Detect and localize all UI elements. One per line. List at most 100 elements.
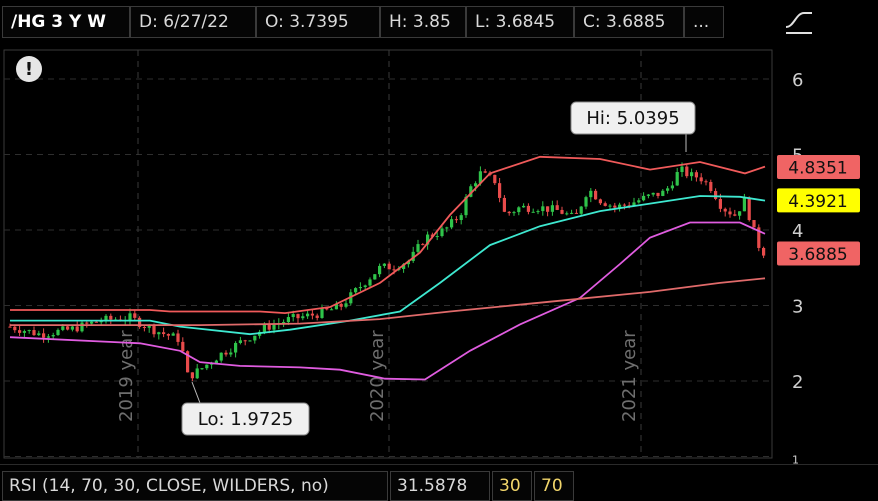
candle-body (272, 324, 276, 330)
candle-body (416, 244, 420, 252)
candle-body (200, 368, 204, 370)
y-tick-label: 1 (792, 454, 799, 465)
candle-body (378, 265, 382, 275)
candle-body (704, 181, 708, 183)
candle-body (22, 331, 26, 333)
rsi-overbought: 70 (534, 471, 574, 501)
candle-body (493, 174, 497, 184)
candle-body (368, 279, 372, 286)
candle-body (94, 321, 98, 323)
candle-body (421, 244, 425, 246)
rsi-value: 31.5878 (390, 471, 490, 501)
candle-body (18, 330, 22, 333)
candle-body (166, 334, 170, 336)
candle-body (550, 205, 554, 212)
y-tick-label: 4 (792, 221, 803, 242)
candle-body (181, 341, 185, 352)
rsi-study-label[interactable]: RSI (14, 70, 30, CLOSE, WILDERS, no) (2, 471, 388, 501)
candle-body (296, 314, 300, 319)
candle-body (502, 197, 506, 212)
candle-body (339, 303, 343, 307)
candle-body (603, 203, 607, 206)
candle-body (690, 172, 694, 177)
candle-body (459, 215, 463, 221)
candle-body (738, 211, 742, 216)
candle-body (27, 330, 31, 332)
candle-body (330, 309, 334, 311)
study-footer: RSI (14, 70, 30, CLOSE, WILDERS, no) 31.… (0, 464, 878, 501)
rsi-oversold: 30 (492, 471, 532, 501)
candle-body (128, 313, 132, 321)
candle-body (32, 330, 36, 336)
candle-body (291, 314, 295, 318)
candle-body (238, 340, 242, 343)
candle-body (685, 166, 689, 177)
candle-body (157, 332, 161, 335)
candle-body (80, 322, 84, 332)
candle-body (522, 205, 526, 208)
price-chart[interactable]: 6543212019 year2020 year2021 year4.83514… (0, 44, 878, 464)
candle-body (637, 200, 641, 203)
candle-body (373, 274, 377, 280)
symbol-label[interactable]: /HG 3 Y W (2, 6, 130, 38)
candle-body (440, 228, 444, 237)
candle-body (694, 172, 698, 178)
candle-body (498, 183, 502, 198)
candle-body (176, 333, 180, 342)
candle-body (598, 199, 602, 204)
candle-body (675, 172, 679, 186)
candle-body (51, 335, 55, 337)
candle-body (301, 316, 305, 319)
candle-body (512, 212, 516, 214)
candle-body (42, 333, 46, 338)
candle-body (570, 212, 574, 214)
candle-body (646, 194, 650, 196)
candle-body (622, 204, 626, 206)
candle-body (248, 340, 252, 342)
candle-body (315, 315, 319, 318)
candle-body (670, 185, 674, 189)
year-label: 2021 year (619, 330, 640, 422)
candle-body (320, 308, 324, 318)
open-label: O: 3.7395 (256, 6, 380, 38)
candle-body (723, 208, 727, 212)
candle-body (709, 181, 713, 192)
candle-body (733, 214, 737, 216)
candle-body (536, 211, 540, 213)
candle-body (454, 219, 458, 221)
candle-body (699, 177, 703, 182)
candle-body (546, 206, 550, 212)
candle-body (560, 209, 564, 214)
candle-body (541, 206, 545, 212)
candle-body (642, 195, 646, 201)
candle-body (752, 220, 756, 228)
candle-body (392, 269, 396, 271)
price-tag-text: 4.8351 (788, 158, 847, 178)
candle-body (613, 205, 617, 208)
candle-body (742, 197, 746, 212)
alert-icon[interactable]: ! (16, 56, 42, 82)
candle-body (718, 198, 722, 209)
candle-body (589, 190, 593, 198)
candle-body (66, 326, 70, 330)
date-label: D: 6/27/22 (130, 6, 256, 38)
candle-body (651, 192, 655, 195)
candle-body (666, 188, 670, 191)
candle-body (387, 263, 391, 270)
quote-header: /HG 3 Y W D: 6/27/22 O: 3.7395 H: 3.85 L… (0, 0, 878, 44)
candle-body (608, 205, 612, 207)
close-label: C: 3.6885 (574, 6, 684, 38)
price-tag-text: 3.6885 (788, 245, 847, 265)
candle-body (565, 213, 569, 215)
candle-body (190, 372, 194, 379)
study-curve-icon[interactable] (782, 5, 816, 39)
candle-body (344, 303, 348, 307)
candle-body (714, 191, 718, 199)
more-button[interactable]: ... (684, 6, 724, 38)
lo-callout-text: Lo: 1.9725 (198, 409, 294, 430)
candle-body (171, 333, 175, 336)
candle-body (656, 192, 660, 196)
candle-body (474, 183, 478, 187)
candle-body (661, 190, 665, 196)
candle-body (13, 326, 17, 331)
